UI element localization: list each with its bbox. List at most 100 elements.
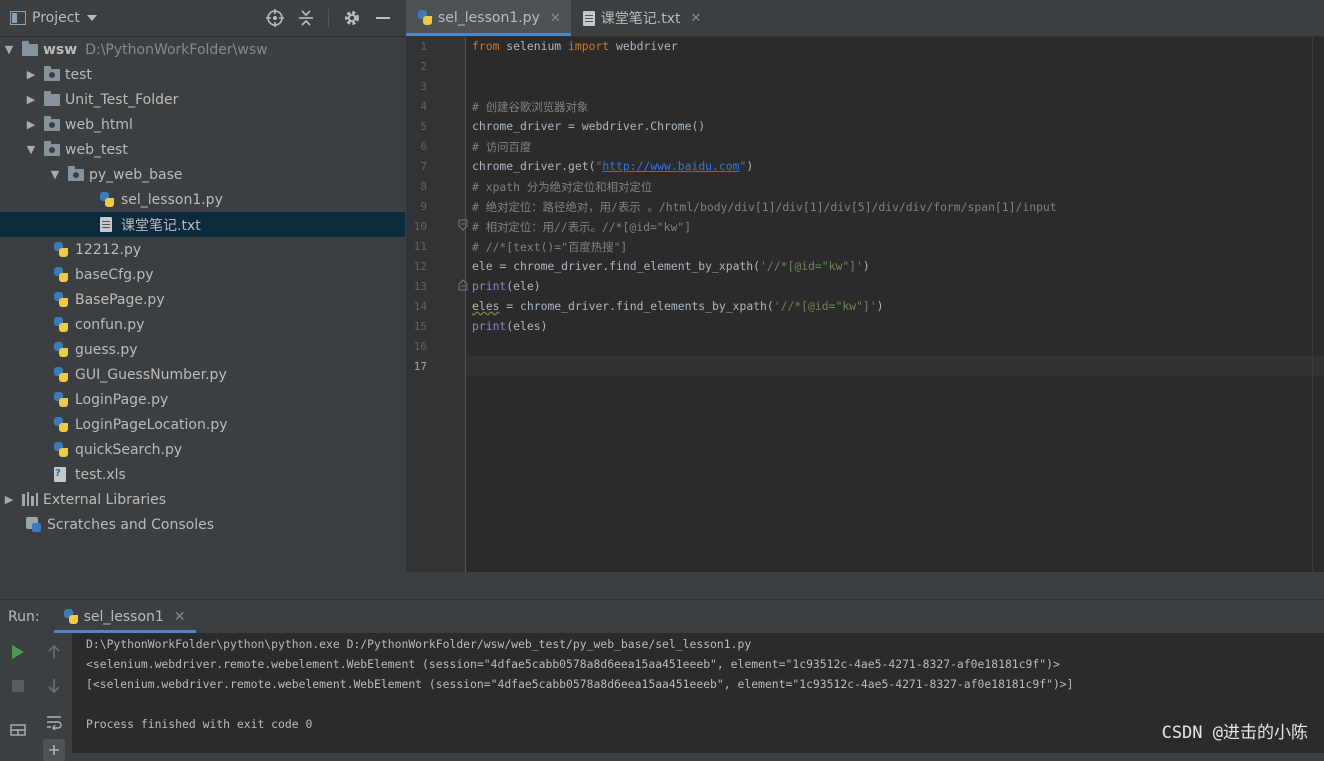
expand-arrow-icon[interactable]: ▼ (50, 168, 60, 181)
python-file-icon (100, 191, 116, 208)
line-number-gutter: 1 2 3 4 5 6 7 8 9 10 11 12 13 14 15 16 1… (406, 37, 468, 572)
tree-item-label: External Libraries (43, 491, 166, 508)
line-number: 15 (413, 320, 427, 333)
expand-arrow-icon[interactable]: ▼ (4, 43, 14, 56)
project-view-icon (10, 11, 26, 25)
python-file-icon (54, 291, 70, 308)
expand-arrow-icon[interactable]: ▼ (26, 143, 36, 156)
code-line[interactable]: # 访问百度 (472, 139, 531, 155)
scratches-icon (26, 516, 42, 533)
line-number: 10 (413, 220, 427, 233)
stop-button[interactable] (7, 675, 29, 697)
soft-wrap-button[interactable] (43, 711, 65, 733)
expand-arrow-icon[interactable]: ▶ (26, 93, 36, 106)
code-line[interactable]: ele = chrome_driver.find_element_by_xpat… (472, 259, 870, 273)
code-line[interactable]: eles = chrome_driver.find_elements_by_xp… (472, 299, 883, 313)
expand-arrow-icon[interactable]: ▶ (26, 118, 36, 131)
tab-sel-lesson1[interactable]: sel_lesson1.py ✕ (406, 0, 571, 36)
python-file-icon (54, 391, 70, 408)
tree-item-12212[interactable]: 12212.py (0, 237, 405, 262)
soft-wrap-icon (47, 716, 62, 730)
close-icon[interactable]: ✕ (550, 11, 561, 26)
project-panel-header: Project (0, 0, 405, 37)
chevron-down-icon[interactable] (86, 14, 98, 22)
python-file-icon (63, 608, 78, 625)
code-line[interactable]: print(ele) (472, 279, 541, 293)
project-panel: Project ▼ wsw D:\PythonWorkFolder\wsw ▶ … (0, 0, 405, 599)
locate-icon[interactable] (266, 9, 284, 27)
toolbar-divider (328, 9, 329, 27)
console-line: <selenium.webdriver.remote.webelement.We… (86, 657, 1060, 671)
tree-item-gui-guessnumber[interactable]: GUI_GuessNumber.py (0, 362, 405, 387)
code-line[interactable]: # 创建谷歌浏览器对象 (472, 99, 588, 115)
tree-item-label: GUI_GuessNumber.py (75, 366, 227, 383)
project-panel-title: Project (32, 10, 80, 26)
rerun-button[interactable] (7, 641, 29, 663)
tree-item-web-html[interactable]: ▶ web_html (0, 112, 405, 137)
code-line[interactable]: # 相对定位：用//表示。//*[@id="kw"] (472, 219, 691, 235)
code-line[interactable]: from selenium import webdriver (472, 39, 678, 53)
folder-icon (44, 90, 60, 108)
gear-icon[interactable] (343, 9, 361, 27)
close-icon[interactable]: ✕ (690, 11, 701, 26)
scroll-up-button[interactable] (43, 641, 65, 663)
tree-item-notes-txt[interactable]: 课堂笔记.txt (0, 212, 405, 237)
tree-item-path: D:\PythonWorkFolder\wsw (85, 41, 268, 58)
tree-item-external-libraries[interactable]: ▶ External Libraries (0, 487, 405, 512)
tree-item-basecfg[interactable]: baseCfg.py (0, 262, 405, 287)
tree-item-sel-lesson1[interactable]: sel_lesson1.py (0, 187, 405, 212)
python-file-icon (54, 341, 70, 358)
tree-item-quicksearch[interactable]: quickSearch.py (0, 437, 405, 462)
stop-icon (12, 680, 24, 692)
close-icon[interactable]: ✕ (174, 609, 186, 625)
python-file-icon (54, 441, 70, 458)
tree-item-wsw[interactable]: ▼ wsw D:\PythonWorkFolder\wsw (0, 37, 405, 62)
tree-item-label: py_web_base (89, 166, 183, 183)
python-file-icon (54, 316, 70, 333)
tree-item-label: quickSearch.py (75, 441, 183, 458)
code-line[interactable]: chrome_driver.get("http://www.baidu.com"… (472, 159, 753, 173)
editor-panel: sel_lesson1.py ✕ 课堂笔记.txt ✕ 1 2 3 4 5 6 … (406, 0, 1324, 572)
tree-item-label: 12212.py (75, 241, 142, 258)
tree-item-web-test[interactable]: ▼ web_test (0, 137, 405, 162)
code-area[interactable]: from selenium import webdriver # 创建谷歌浏览器… (466, 37, 1324, 572)
expand-arrow-icon[interactable]: ▶ (4, 493, 14, 506)
code-line[interactable]: # //*[text()="百度热搜"] (472, 239, 627, 255)
tree-item-label: guess.py (75, 341, 138, 358)
tree-item-label: BasePage.py (75, 291, 165, 308)
tree-item-loginpage[interactable]: LoginPage.py (0, 387, 405, 412)
excel-file-icon: ? (54, 466, 70, 483)
arrow-up-icon (48, 644, 60, 659)
run-tool-window-header: Run: sel_lesson1 ✕ (0, 599, 1324, 633)
scroll-down-button[interactable] (43, 675, 65, 697)
package-folder-icon (44, 115, 60, 133)
code-line[interactable]: # xpath 分为绝对定位和相对定位 (472, 179, 652, 195)
line-number: 14 (413, 300, 427, 313)
console-line: Process finished with exit code 0 (86, 717, 313, 731)
console-line: [<selenium.webdriver.remote.webelement.W… (86, 677, 1074, 691)
code-line[interactable]: chrome_driver = webdriver.Chrome() (472, 119, 705, 133)
code-line[interactable]: # 绝对定位：路径绝对，用/表示 。/html/body/div[1]/div[… (472, 199, 1057, 215)
layout-button[interactable] (7, 719, 29, 741)
line-number: 8 (420, 180, 427, 193)
project-view-selector[interactable]: Project (10, 10, 98, 26)
tree-item-unit-test-folder[interactable]: ▶ Unit_Test_Folder (0, 87, 405, 112)
line-number: 16 (413, 340, 427, 353)
tree-item-basepage[interactable]: BasePage.py (0, 287, 405, 312)
collapse-all-icon[interactable] (298, 9, 314, 27)
tree-item-test[interactable]: ▶ test (0, 62, 405, 87)
tab-notes-txt[interactable]: 课堂笔记.txt ✕ (571, 0, 712, 36)
tree-item-loginpagelocation[interactable]: LoginPageLocation.py (0, 412, 405, 437)
tree-item-test-xls[interactable]: ? test.xls (0, 462, 405, 487)
minimize-icon[interactable] (375, 9, 391, 27)
code-line[interactable]: print(eles) (472, 319, 547, 333)
pin-tab-button[interactable] (43, 739, 65, 761)
tree-item-guess[interactable]: guess.py (0, 337, 405, 362)
expand-arrow-icon[interactable]: ▶ (26, 68, 36, 81)
line-number: 3 (420, 80, 427, 93)
tree-item-scratches[interactable]: Scratches and Consoles (0, 512, 405, 537)
tree-item-confun[interactable]: confun.py (0, 312, 405, 337)
tree-item-py-web-base[interactable]: ▼ py_web_base (0, 162, 405, 187)
run-tab-sel-lesson1[interactable]: sel_lesson1 ✕ (53, 600, 196, 633)
package-folder-icon (68, 165, 84, 183)
